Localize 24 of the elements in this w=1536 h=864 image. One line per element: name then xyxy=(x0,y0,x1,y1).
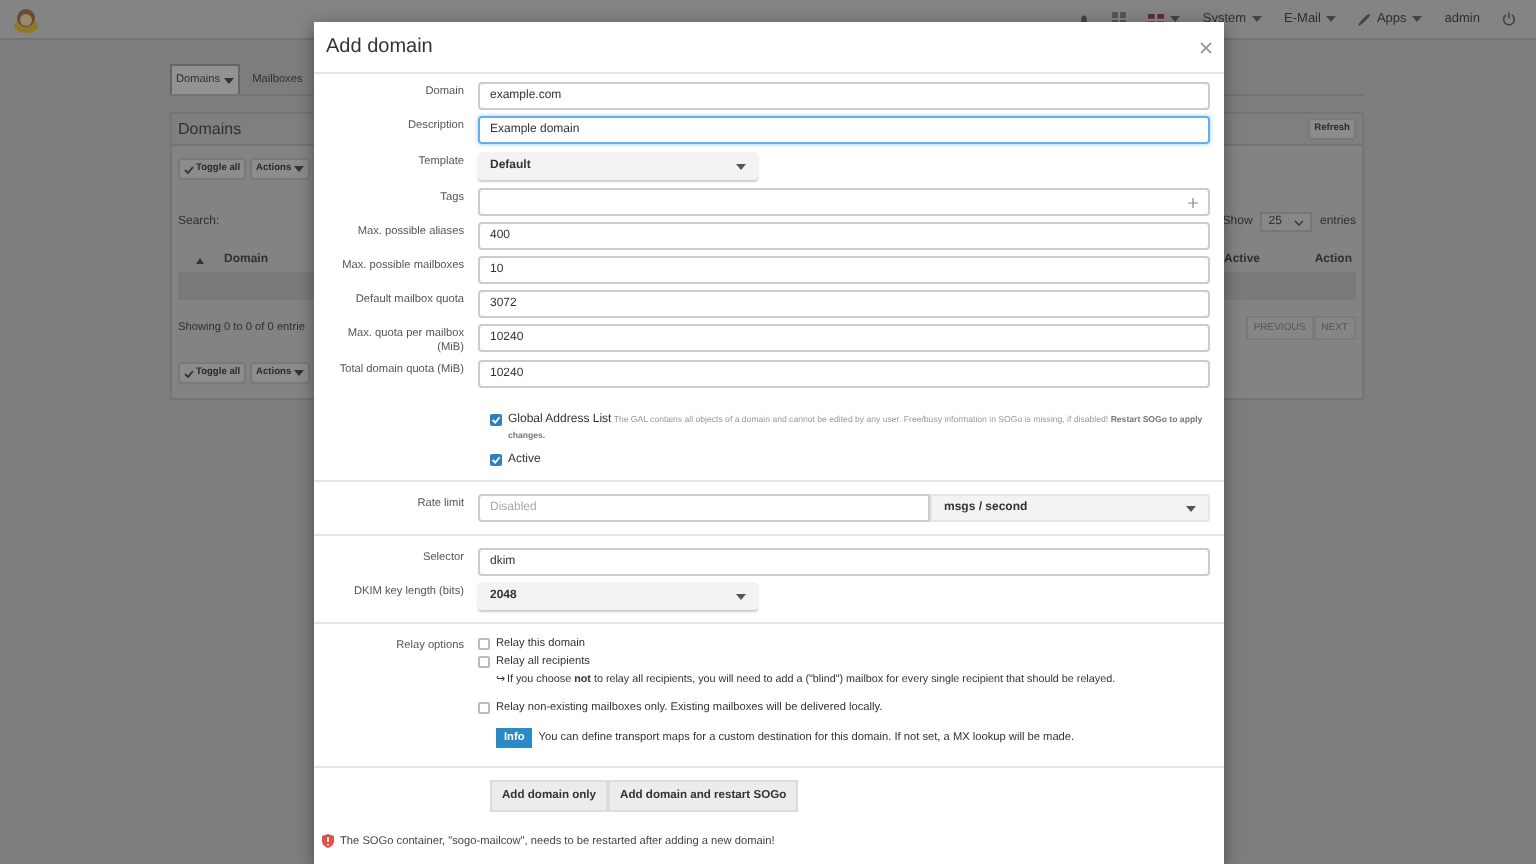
check-icon xyxy=(184,369,194,377)
caret-icon xyxy=(736,593,746,599)
caret-icon xyxy=(1252,16,1263,22)
plus-icon[interactable] xyxy=(1188,197,1198,207)
caret-icon xyxy=(1412,16,1423,22)
tags-field[interactable] xyxy=(478,188,1210,216)
caret-icon xyxy=(736,163,746,169)
panel-title: Domains xyxy=(178,120,244,138)
checkbox[interactable] xyxy=(478,702,490,714)
caret-icon xyxy=(293,370,304,376)
check-icon xyxy=(184,165,194,173)
shield-icon xyxy=(322,834,334,848)
power-icon[interactable] xyxy=(1502,12,1516,26)
logo-icon xyxy=(12,5,40,33)
checkbox[interactable] xyxy=(478,656,490,668)
modal-title: Add domain xyxy=(326,36,433,58)
caret-icon xyxy=(293,166,304,172)
caret-icon xyxy=(1186,505,1196,511)
sort-icon[interactable] xyxy=(196,257,204,263)
caret-icon xyxy=(1326,16,1337,22)
checkbox[interactable] xyxy=(478,638,490,650)
chevron-icon xyxy=(1293,219,1304,225)
caret-icon xyxy=(224,77,235,83)
close-icon[interactable] xyxy=(1200,41,1212,53)
